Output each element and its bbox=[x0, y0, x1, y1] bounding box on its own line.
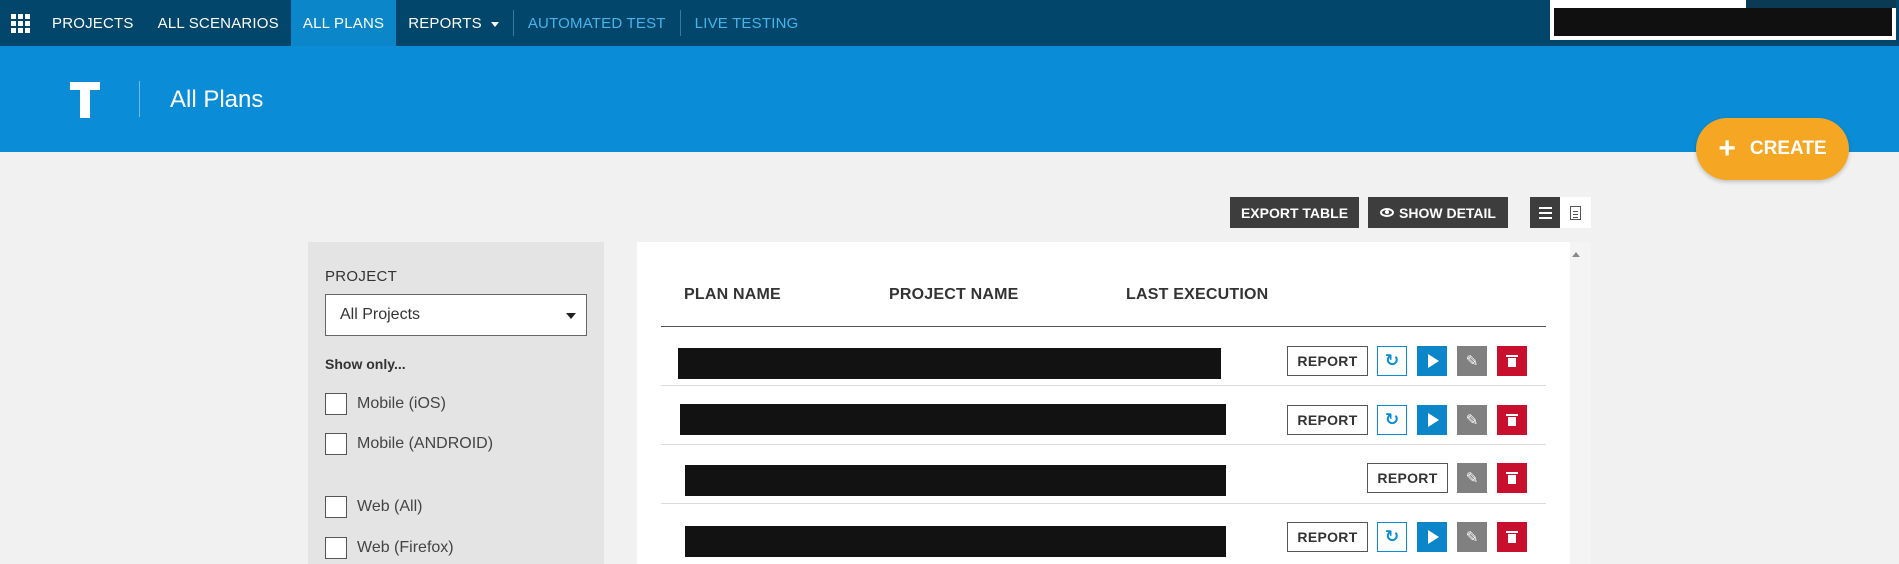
nav-divider bbox=[512, 10, 514, 36]
checkbox[interactable] bbox=[325, 433, 347, 455]
filter-option-label: Mobile (iOS) bbox=[357, 395, 446, 412]
create-label: CREATE bbox=[1749, 138, 1827, 159]
report-button[interactable]: REPORT bbox=[1287, 522, 1368, 552]
redacted-row-content bbox=[685, 526, 1226, 557]
edit-icon[interactable]: ✎ bbox=[1457, 463, 1487, 493]
redacted-row-content bbox=[680, 404, 1226, 435]
create-button[interactable]: + CREATE bbox=[1696, 118, 1849, 180]
show-detail-label: SHOW DETAIL bbox=[1399, 204, 1496, 221]
report-button[interactable]: REPORT bbox=[1367, 463, 1448, 493]
filter-option-web-all[interactable]: Web (All) bbox=[325, 496, 423, 518]
report-button[interactable]: REPORT bbox=[1287, 405, 1368, 435]
app-grid-icon[interactable] bbox=[0, 0, 40, 46]
nav-divider bbox=[679, 10, 681, 36]
filter-option-label: Mobile (ANDROID) bbox=[357, 435, 494, 452]
checkbox[interactable] bbox=[325, 537, 347, 559]
nav-reports-label: REPORTS bbox=[408, 14, 482, 32]
filter-option-web-firefox[interactable]: Web (Firefox) bbox=[325, 537, 454, 559]
filter-panel: PROJECT All Projects Show only... Mobile… bbox=[308, 242, 604, 564]
top-nav: PROJECTS ALL SCENARIOS ALL PLANS REPORTS… bbox=[0, 0, 1899, 46]
table-row: REPORT ✎ bbox=[661, 445, 1546, 504]
play-icon[interactable] bbox=[1417, 346, 1447, 376]
column-header-project-name[interactable]: PROJECT NAME bbox=[889, 286, 1019, 304]
project-select[interactable]: All Projects bbox=[325, 294, 587, 336]
eye-icon bbox=[1380, 208, 1395, 217]
project-filter-label: PROJECT bbox=[325, 268, 398, 285]
filter-option-ios[interactable]: Mobile (iOS) bbox=[325, 393, 446, 415]
edit-icon[interactable]: ✎ bbox=[1457, 405, 1487, 435]
header-divider bbox=[139, 81, 140, 117]
project-select-value: All Projects bbox=[340, 306, 421, 323]
show-detail-button[interactable]: SHOW DETAIL bbox=[1368, 197, 1508, 228]
redacted-row-content bbox=[678, 348, 1221, 379]
column-header-plan-name[interactable]: PLAN NAME bbox=[684, 286, 781, 304]
page-header: All Plans bbox=[0, 46, 1899, 152]
export-table-button[interactable]: EXPORT TABLE bbox=[1230, 197, 1359, 228]
nav-projects[interactable]: PROJECTS bbox=[40, 0, 146, 46]
trash-icon[interactable] bbox=[1497, 463, 1527, 493]
page-title: All Plans bbox=[170, 86, 264, 113]
plans-table: PLAN NAME PROJECT NAME LAST EXECUTION RE… bbox=[637, 242, 1591, 564]
document-view-icon[interactable] bbox=[1560, 197, 1591, 228]
show-only-label: Show only... bbox=[325, 356, 406, 372]
view-toggle bbox=[1530, 197, 1591, 228]
chevron-down-icon bbox=[490, 21, 499, 27]
nav-automated-test[interactable]: AUTOMATED TEST bbox=[516, 0, 678, 46]
checkbox[interactable] bbox=[325, 496, 347, 518]
table-row: REPORT ↻ ✎ bbox=[661, 504, 1546, 563]
filter-option-label: Web (Firefox) bbox=[357, 539, 454, 556]
list-view-icon[interactable] bbox=[1530, 197, 1560, 228]
nav-live-testing[interactable]: LIVE TESTING bbox=[683, 0, 811, 46]
rerun-icon[interactable]: ↻ bbox=[1377, 522, 1407, 552]
trash-icon[interactable] bbox=[1497, 346, 1527, 376]
trash-icon[interactable] bbox=[1497, 405, 1527, 435]
table-row: REPORT ↻ ✎ bbox=[661, 327, 1546, 386]
scroll-up-icon[interactable] bbox=[1572, 252, 1580, 257]
checkbox[interactable] bbox=[325, 393, 347, 415]
rerun-icon[interactable]: ↻ bbox=[1377, 346, 1407, 376]
rerun-icon[interactable]: ↻ bbox=[1377, 405, 1407, 435]
user-menu[interactable] bbox=[1550, 0, 1896, 40]
report-button[interactable]: REPORT bbox=[1287, 346, 1368, 376]
nav-all-plans[interactable]: ALL PLANS bbox=[290, 0, 397, 46]
column-header-last-execution[interactable]: LAST EXECUTION bbox=[1126, 286, 1268, 304]
user-area-top bbox=[1746, 0, 1896, 8]
edit-icon[interactable]: ✎ bbox=[1457, 346, 1487, 376]
edit-icon[interactable]: ✎ bbox=[1457, 522, 1487, 552]
filter-option-label: Web (All) bbox=[357, 498, 423, 515]
plus-icon: + bbox=[1718, 132, 1736, 165]
nav-all-scenarios[interactable]: ALL SCENARIOS bbox=[146, 0, 291, 46]
play-icon[interactable] bbox=[1417, 522, 1447, 552]
redacted-row-content bbox=[685, 465, 1226, 496]
nav-reports[interactable]: REPORTS bbox=[396, 0, 511, 46]
table-row: REPORT ↻ ✎ bbox=[661, 386, 1546, 445]
redacted-user-name bbox=[1554, 8, 1892, 36]
app-logo-icon[interactable] bbox=[70, 82, 100, 118]
play-icon[interactable] bbox=[1417, 405, 1447, 435]
trash-icon[interactable] bbox=[1497, 522, 1527, 552]
scrollbar[interactable] bbox=[1570, 242, 1591, 564]
caret-down-icon bbox=[566, 313, 576, 319]
filter-option-android[interactable]: Mobile (ANDROID) bbox=[325, 433, 493, 455]
